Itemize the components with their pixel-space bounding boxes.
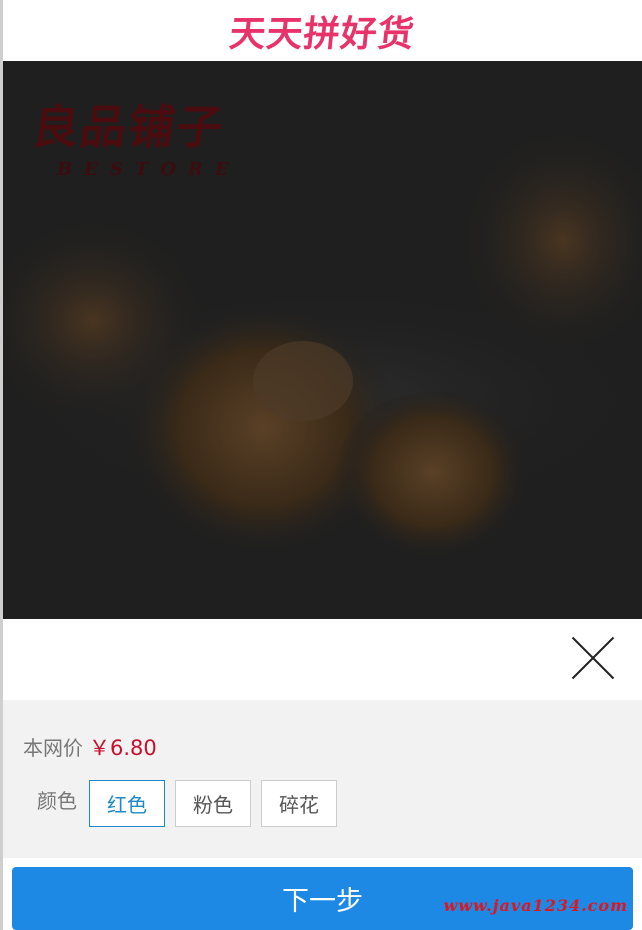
popup-close-row xyxy=(3,619,642,700)
color-options: 红色 粉色 碎花 xyxy=(89,780,347,827)
color-row: 颜色 红色 粉色 碎花 xyxy=(37,780,347,827)
price-row: 本网价 ￥6.80 xyxy=(23,732,157,762)
price-value: ￥6.80 xyxy=(89,736,157,760)
color-option-floral[interactable]: 碎花 xyxy=(261,780,337,827)
brand-name-en: BESTORE xyxy=(57,159,241,180)
color-label: 颜色 xyxy=(37,789,77,813)
color-option-pink[interactable]: 粉色 xyxy=(175,780,251,827)
price-label: 本网价 xyxy=(23,736,83,760)
app-logo: 天天拼好货 xyxy=(227,12,417,55)
sku-options-panel: 本网价 ￥6.80 颜色 红色 粉色 碎花 xyxy=(3,700,642,858)
close-icon[interactable] xyxy=(570,635,616,681)
color-option-red[interactable]: 红色 xyxy=(89,780,165,827)
brand-name-cn: 良品铺子 xyxy=(28,100,229,154)
site-watermark: www.java1234.com xyxy=(443,896,628,915)
app-header: 天天拼好货 xyxy=(3,0,642,61)
brand-watermark: 良品铺子 BESTORE xyxy=(29,91,241,180)
product-image: 良品铺子 BESTORE xyxy=(3,61,642,619)
product-sku-popup-page: 天天拼好货 良品铺子 BESTORE 本网价 ￥6.80 颜色 红色 粉色 碎花… xyxy=(0,0,642,930)
